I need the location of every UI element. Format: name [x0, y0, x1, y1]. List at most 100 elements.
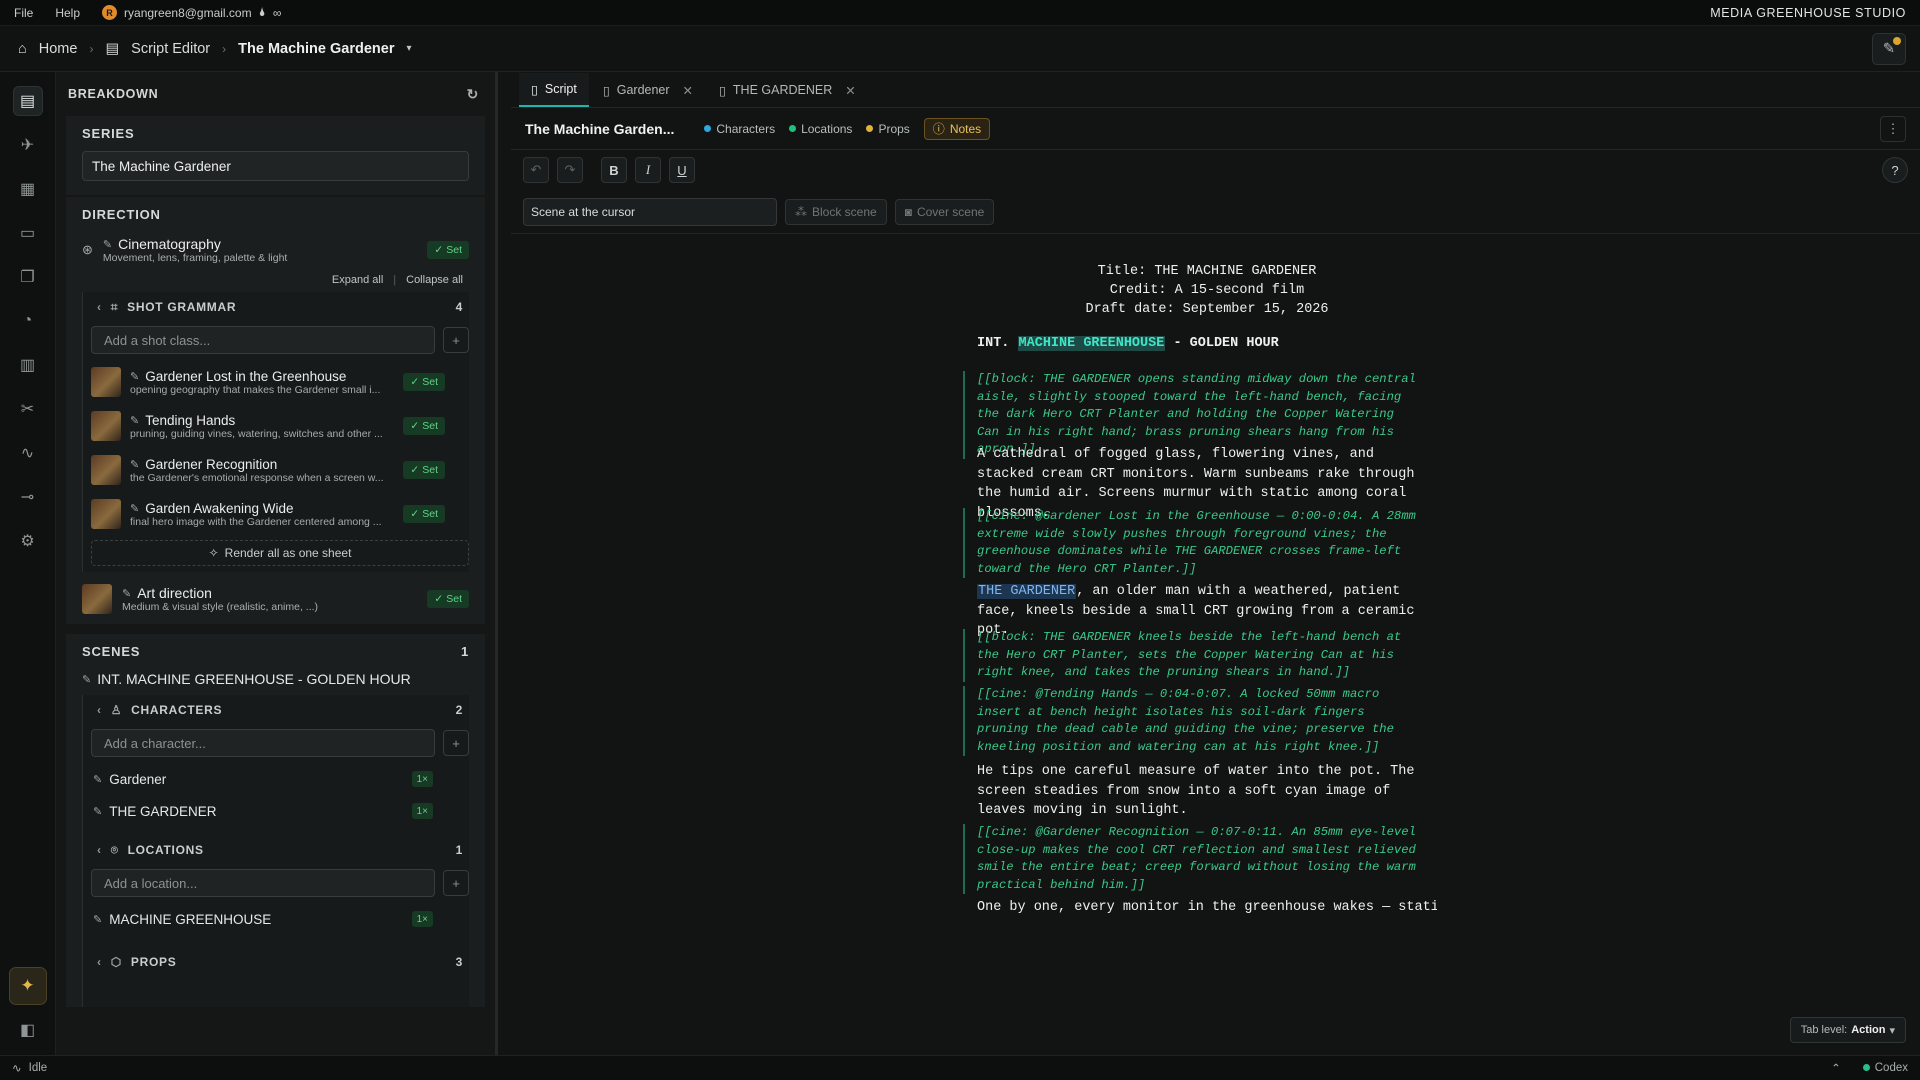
shot-grammar-label: SHOT GRAMMAR — [127, 300, 237, 314]
chevron-left-icon[interactable]: ‹ — [97, 843, 102, 857]
film-icon[interactable]: ▥ — [13, 350, 43, 380]
script-page[interactable]: Title: THE MACHINE GARDENER Credit: A 15… — [511, 234, 1920, 1055]
add-character-button[interactable]: + — [443, 730, 469, 756]
pencil-icon: ✎ — [122, 587, 132, 600]
menubar: File Help R ryangreen8@gmail.com 🌢 ∞ MED… — [0, 0, 1920, 26]
tab-level-value: Action — [1851, 1024, 1886, 1036]
close-icon[interactable]: ✕ — [845, 83, 855, 98]
redo-icon[interactable]: ↷ — [557, 157, 583, 183]
breakdown-icon[interactable]: ▤ — [12, 86, 43, 116]
location-highlight[interactable]: MACHINE GREENHOUSE — [1017, 336, 1166, 351]
crop-icon: ⌗ — [110, 299, 119, 314]
gallery-icon[interactable]: ❐ — [13, 262, 43, 292]
character-item[interactable]: ✎ THE GARDENER 1× — [91, 795, 469, 827]
chevron-up-icon[interactable]: ⌃ — [1831, 1061, 1841, 1075]
tab-the-gardener[interactable]: ▯ THE GARDENER ✕ — [707, 73, 868, 107]
character-highlight[interactable]: THE GARDENER — [977, 584, 1077, 599]
shot-class-item[interactable]: ✎ Gardener Lost in the Greenhouse opening … — [91, 360, 469, 404]
document-icon: ▯ — [531, 82, 538, 97]
chevron-left-icon[interactable]: ‹ — [97, 955, 102, 969]
export-button[interactable]: ✎ — [1872, 33, 1906, 65]
chevron-left-icon[interactable]: ‹ — [97, 300, 102, 314]
cinematography-row[interactable]: ⊛ ✎ Cinematography Movement, lens, frami… — [66, 232, 485, 268]
italic-button[interactable]: I — [635, 157, 661, 183]
document-icon: ▯ — [719, 83, 726, 98]
shot-thumbnail — [91, 499, 121, 529]
add-shot-button[interactable]: + — [443, 327, 469, 353]
collapse-all-button[interactable]: Collapse all — [406, 274, 463, 286]
series-input[interactable]: The Machine Gardener — [82, 151, 469, 181]
home-icon: ⌂ — [18, 40, 27, 57]
art-direction-title: Art direction — [137, 585, 212, 601]
pencil-icon: ✎ — [82, 673, 92, 686]
filter-props[interactable]: Props — [866, 122, 910, 136]
locations-dot — [789, 125, 797, 132]
waveform-icon[interactable]: ∿ — [13, 438, 43, 468]
direction-label: DIRECTION — [82, 207, 161, 222]
sidebar-toggle-icon[interactable]: ◧ — [13, 1015, 43, 1045]
tab-script[interactable]: ▯ Script — [519, 73, 589, 107]
block-scene-button[interactable]: ⁂ Block scene — [785, 198, 887, 225]
art-direction-desc: Medium & visual style (realistic, anime,… — [122, 601, 319, 613]
activity-icon: ∿ — [12, 1063, 22, 1075]
script-editor: ▯ Script ▯ Gardener ✕ ▯ THE GARDENER ✕ T… — [511, 72, 1920, 1055]
more-options-icon[interactable]: ⋮ — [1880, 115, 1906, 142]
chevron-down-icon[interactable]: ▾ — [406, 43, 411, 54]
add-location-input[interactable]: Add a location... — [91, 869, 435, 897]
scenes-count: 1 — [460, 644, 469, 659]
filter-locations[interactable]: Locations — [789, 122, 852, 136]
breadcrumb-current[interactable]: The Machine Gardener — [238, 41, 394, 57]
cover-scene-button[interactable]: ◙ Cover scene — [894, 198, 995, 225]
render-all-button[interactable]: ✧ Render all as one sheet — [91, 540, 469, 566]
breadcrumb-editor[interactable]: Script Editor — [131, 41, 210, 57]
locations-count: 1 — [455, 843, 463, 857]
underline-button[interactable]: U — [669, 157, 695, 183]
shot-class-item[interactable]: ✎ Garden Awakening Wide final hero image w… — [91, 492, 469, 536]
location-item[interactable]: ✎ MACHINE GREENHOUSE 1× — [91, 903, 469, 935]
add-shot-input[interactable]: Add a shot class... — [91, 326, 435, 354]
character-item[interactable]: ✎ Gardener 1× — [91, 763, 469, 795]
rocket-icon[interactable]: ✈ — [13, 130, 43, 160]
tab-level-select[interactable]: Tab level: Action ▾ — [1789, 1017, 1906, 1043]
undo-icon[interactable]: ↶ — [523, 157, 549, 183]
scenes-label: SCENES — [82, 644, 141, 659]
account[interactable]: R ryangreen8@gmail.com 🌢 ∞ — [102, 5, 281, 20]
menu-file[interactable]: File — [14, 6, 33, 20]
camera-icon[interactable]: ▭ — [13, 218, 43, 248]
script-editor-icon: ▤ — [105, 40, 120, 57]
help-icon[interactable]: ? — [1882, 157, 1908, 183]
close-icon[interactable]: ✕ — [683, 83, 693, 98]
codex-status[interactable]: Codex — [1862, 1062, 1908, 1074]
shot-title: Tending Hands — [145, 412, 236, 428]
menu-help[interactable]: Help — [55, 6, 80, 20]
pencil-icon: ✎ — [130, 370, 140, 383]
breadcrumb-home[interactable]: Home — [39, 41, 78, 57]
clock-icon[interactable]: ◔ — [13, 306, 43, 336]
script-credit: Credit: A 15-second film — [1109, 283, 1305, 298]
scene-item[interactable]: ✎ INT. MACHINE GREENHOUSE - GOLDEN HOUR — [66, 669, 485, 695]
add-character-input[interactable]: Add a character... — [91, 729, 435, 757]
refresh-icon[interactable]: ↻ — [467, 86, 479, 103]
shot-class-item[interactable]: ✎ Tending Hands pruning, guiding vines, wa… — [91, 404, 469, 448]
expand-all-button[interactable]: Expand all — [332, 274, 383, 286]
shot-class-item[interactable]: ✎ Gardener Recognition the Gardener's emot… — [91, 448, 469, 492]
clapper-icon[interactable]: ▦ — [13, 174, 43, 204]
notes-button[interactable]: ⓘ Notes — [923, 117, 991, 140]
check-icon: ✓ — [410, 376, 420, 388]
panel-title: BREAKDOWN — [68, 87, 159, 101]
scene-select[interactable]: Scene at the cursor — [523, 197, 777, 226]
bold-button[interactable]: B — [601, 157, 627, 183]
assistant-icon[interactable]: ✦ — [8, 967, 47, 1005]
breadcrumb: ⌂ Home › ▤ Script Editor › The Machine G… — [0, 26, 1920, 72]
characters-group: ‹ ♙ CHARACTERS 2 Add a character... + ✎ G… — [82, 695, 469, 831]
art-direction-row[interactable]: ✎ Art direction Medium & visual style (r… — [66, 572, 485, 618]
filter-characters[interactable]: Characters — [704, 122, 775, 136]
commit-icon[interactable]: ⊸ — [13, 482, 43, 512]
cine-note: [[cine: @Tending Hands — 0:04-0:07. A lo… — [963, 686, 1423, 756]
add-location-button[interactable]: + — [443, 870, 469, 896]
shot-title: Gardener Recognition — [145, 456, 278, 472]
gear-icon[interactable]: ⚙ — [13, 526, 43, 556]
tab-gardener[interactable]: ▯ Gardener ✕ — [591, 73, 705, 107]
scissors-icon[interactable]: ✂ — [13, 394, 43, 424]
chevron-left-icon[interactable]: ‹ — [97, 703, 102, 717]
